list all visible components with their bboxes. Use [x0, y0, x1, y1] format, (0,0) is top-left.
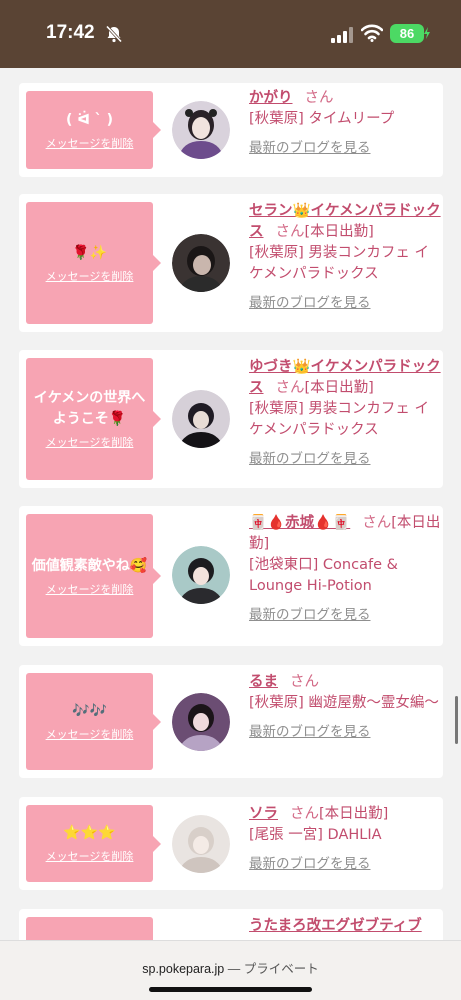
message-feed[interactable]: ( ᐛ ` ) メッセージを削除 かがり さん [秋葉原] タイムリープ 最新のブ… — [0, 68, 461, 940]
cast-info: かがり さん [秋葉原] タイムリープ 最新のブログを見る — [249, 88, 441, 159]
wifi-icon — [361, 24, 383, 42]
message-bubble — [26, 917, 153, 940]
cast-info: ゆづき👑イケメンパラドックス さん[本日出勤] [秋葉原] 男装コンカフェ イケメ… — [249, 357, 441, 470]
avatar[interactable] — [172, 693, 230, 751]
cast-info: うたまろ改エグゼブティブ — [249, 916, 441, 937]
message-text: イケメンの世界へようこそ🌹 — [33, 390, 146, 427]
status-time: 17:42 — [46, 22, 95, 43]
message-bubble: イケメンの世界へようこそ🌹 メッセージを削除 — [26, 358, 161, 480]
avatar[interactable] — [172, 234, 230, 292]
delete-message-link[interactable]: メッセージを削除 — [46, 581, 134, 597]
home-indicator[interactable] — [149, 987, 312, 992]
delete-message-link[interactable]: メッセージを削除 — [46, 268, 134, 284]
avatar[interactable] — [172, 101, 230, 159]
shop-name: [池袋東口] Concafe & Lounge Hi-Potion — [249, 557, 398, 594]
private-mode-label: プライベート — [243, 962, 319, 976]
shop-name: [秋葉原] 男装コンカフェ イケメンパラドックス — [249, 401, 430, 438]
message-card: 価値観素敵やね🥰 メッセージを削除 🀄🩸赤城🩸🀄 さん[本日出勤] [池袋東口] … — [19, 506, 443, 646]
battery-level: 86 — [399, 26, 415, 41]
message-bubble: ( ᐛ ` ) メッセージを削除 — [26, 91, 161, 169]
honorific: さん — [290, 806, 319, 822]
cast-name-link[interactable]: かがり — [249, 90, 293, 106]
honorific: さん — [290, 674, 319, 690]
message-card: ⭐⭐⭐ メッセージを削除 ソラ さん[本日出勤] [尾張 一宮] DAHLIA 最… — [19, 797, 443, 890]
message-card: イケメンの世界へようこそ🌹 メッセージを削除 ゆづき👑イケメンパラドックス さん[… — [19, 350, 443, 488]
latest-blog-link[interactable]: 最新のブログを見る — [249, 605, 441, 626]
cast-name-link[interactable]: 🀄🩸赤城🩸🀄 — [249, 515, 350, 531]
status-bar: 17:42 86 — [0, 0, 461, 68]
message-card: うたまろ改エグゼブティブ — [19, 909, 443, 940]
message-text: 🎶🎶 — [72, 703, 107, 719]
honorific: さん — [275, 380, 305, 396]
delete-message-link[interactable]: メッセージを削除 — [46, 848, 134, 864]
cast-name-link[interactable]: うたまろ改エグゼブティブ — [249, 918, 422, 934]
honorific: さん — [362, 515, 392, 531]
message-card: 🎶🎶 メッセージを削除 るま さん [秋葉原] 幽遊屋敷〜霊女編〜 最新のブログを… — [19, 665, 443, 778]
latest-blog-link[interactable]: 最新のブログを見る — [249, 138, 441, 159]
message-text: 🌹✨ — [72, 244, 107, 261]
shop-name: [尾張 一宮] DAHLIA — [249, 827, 382, 843]
delete-message-link[interactable]: メッセージを削除 — [46, 726, 134, 742]
domain-text: sp.pokepara.jp — [142, 962, 225, 976]
delete-message-link[interactable]: メッセージを削除 — [46, 135, 134, 151]
latest-blog-link[interactable]: 最新のブログを見る — [249, 722, 441, 743]
shop-name: [秋葉原] 男装コンカフェ イケメンパラドックス — [249, 245, 430, 282]
message-bubble: 🌹✨ メッセージを削除 — [26, 202, 161, 324]
latest-blog-link[interactable]: 最新のブログを見る — [249, 449, 441, 470]
message-card: 🌹✨ メッセージを削除 セラン👑イケメンパラドックス さん[本日出勤] [秋葉原]… — [19, 194, 443, 332]
latest-blog-link[interactable]: 最新のブログを見る — [249, 854, 441, 875]
cast-info: セラン👑イケメンパラドックス さん[本日出勤] [秋葉原] 男装コンカフェ イケメ… — [249, 201, 441, 314]
cast-name-link[interactable]: ソラ — [249, 806, 278, 822]
cast-info: 🀄🩸赤城🩸🀄 さん[本日出勤] [池袋東口] Concafe & Lounge H… — [249, 513, 441, 626]
cast-info: ソラ さん[本日出勤] [尾張 一宮] DAHLIA 最新のブログを見る — [249, 804, 441, 875]
avatar[interactable] — [172, 390, 230, 448]
message-bubble: 🎶🎶 メッセージを削除 — [26, 673, 161, 770]
message-bubble: ⭐⭐⭐ メッセージを削除 — [26, 805, 161, 882]
cast-name-link[interactable]: るま — [249, 674, 278, 690]
attendance-status: [本日出勤] — [304, 380, 374, 396]
message-card: ( ᐛ ` ) メッセージを削除 かがり さん [秋葉原] タイムリープ 最新のブ… — [19, 83, 443, 177]
shop-name: [秋葉原] 幽遊屋敷〜霊女編〜 — [249, 695, 439, 711]
message-text: ⭐⭐⭐ — [63, 825, 116, 841]
shop-name: [秋葉原] タイムリープ — [249, 111, 395, 127]
battery-icon: 86 — [390, 24, 424, 43]
scrollbar[interactable] — [455, 696, 458, 744]
browser-address-bar[interactable]: sp.pokepara.jp — プライベート — [0, 940, 461, 1000]
delete-message-link[interactable]: メッセージを削除 — [46, 434, 134, 450]
latest-blog-link[interactable]: 最新のブログを見る — [249, 293, 441, 314]
avatar[interactable] — [172, 815, 230, 873]
separator: — — [224, 962, 244, 976]
attendance-status: [本日出勤] — [304, 224, 374, 240]
charging-bolt-icon — [424, 27, 430, 39]
message-text: 価値観素敵やね🥰 — [31, 557, 148, 574]
cast-info: るま さん [秋葉原] 幽遊屋敷〜霊女編〜 最新のブログを見る — [249, 672, 441, 743]
bell-slash-icon — [105, 25, 123, 43]
message-text: ( ᐛ ` ) — [65, 111, 114, 128]
attendance-status: [本日出勤] — [319, 806, 389, 822]
honorific: さん — [275, 224, 305, 240]
message-bubble: 価値観素敵やね🥰 メッセージを削除 — [26, 514, 161, 638]
url-display[interactable]: sp.pokepara.jp — プライベート — [0, 958, 461, 977]
avatar[interactable] — [172, 546, 230, 604]
honorific: さん — [304, 90, 334, 106]
signal-icon — [331, 27, 353, 43]
